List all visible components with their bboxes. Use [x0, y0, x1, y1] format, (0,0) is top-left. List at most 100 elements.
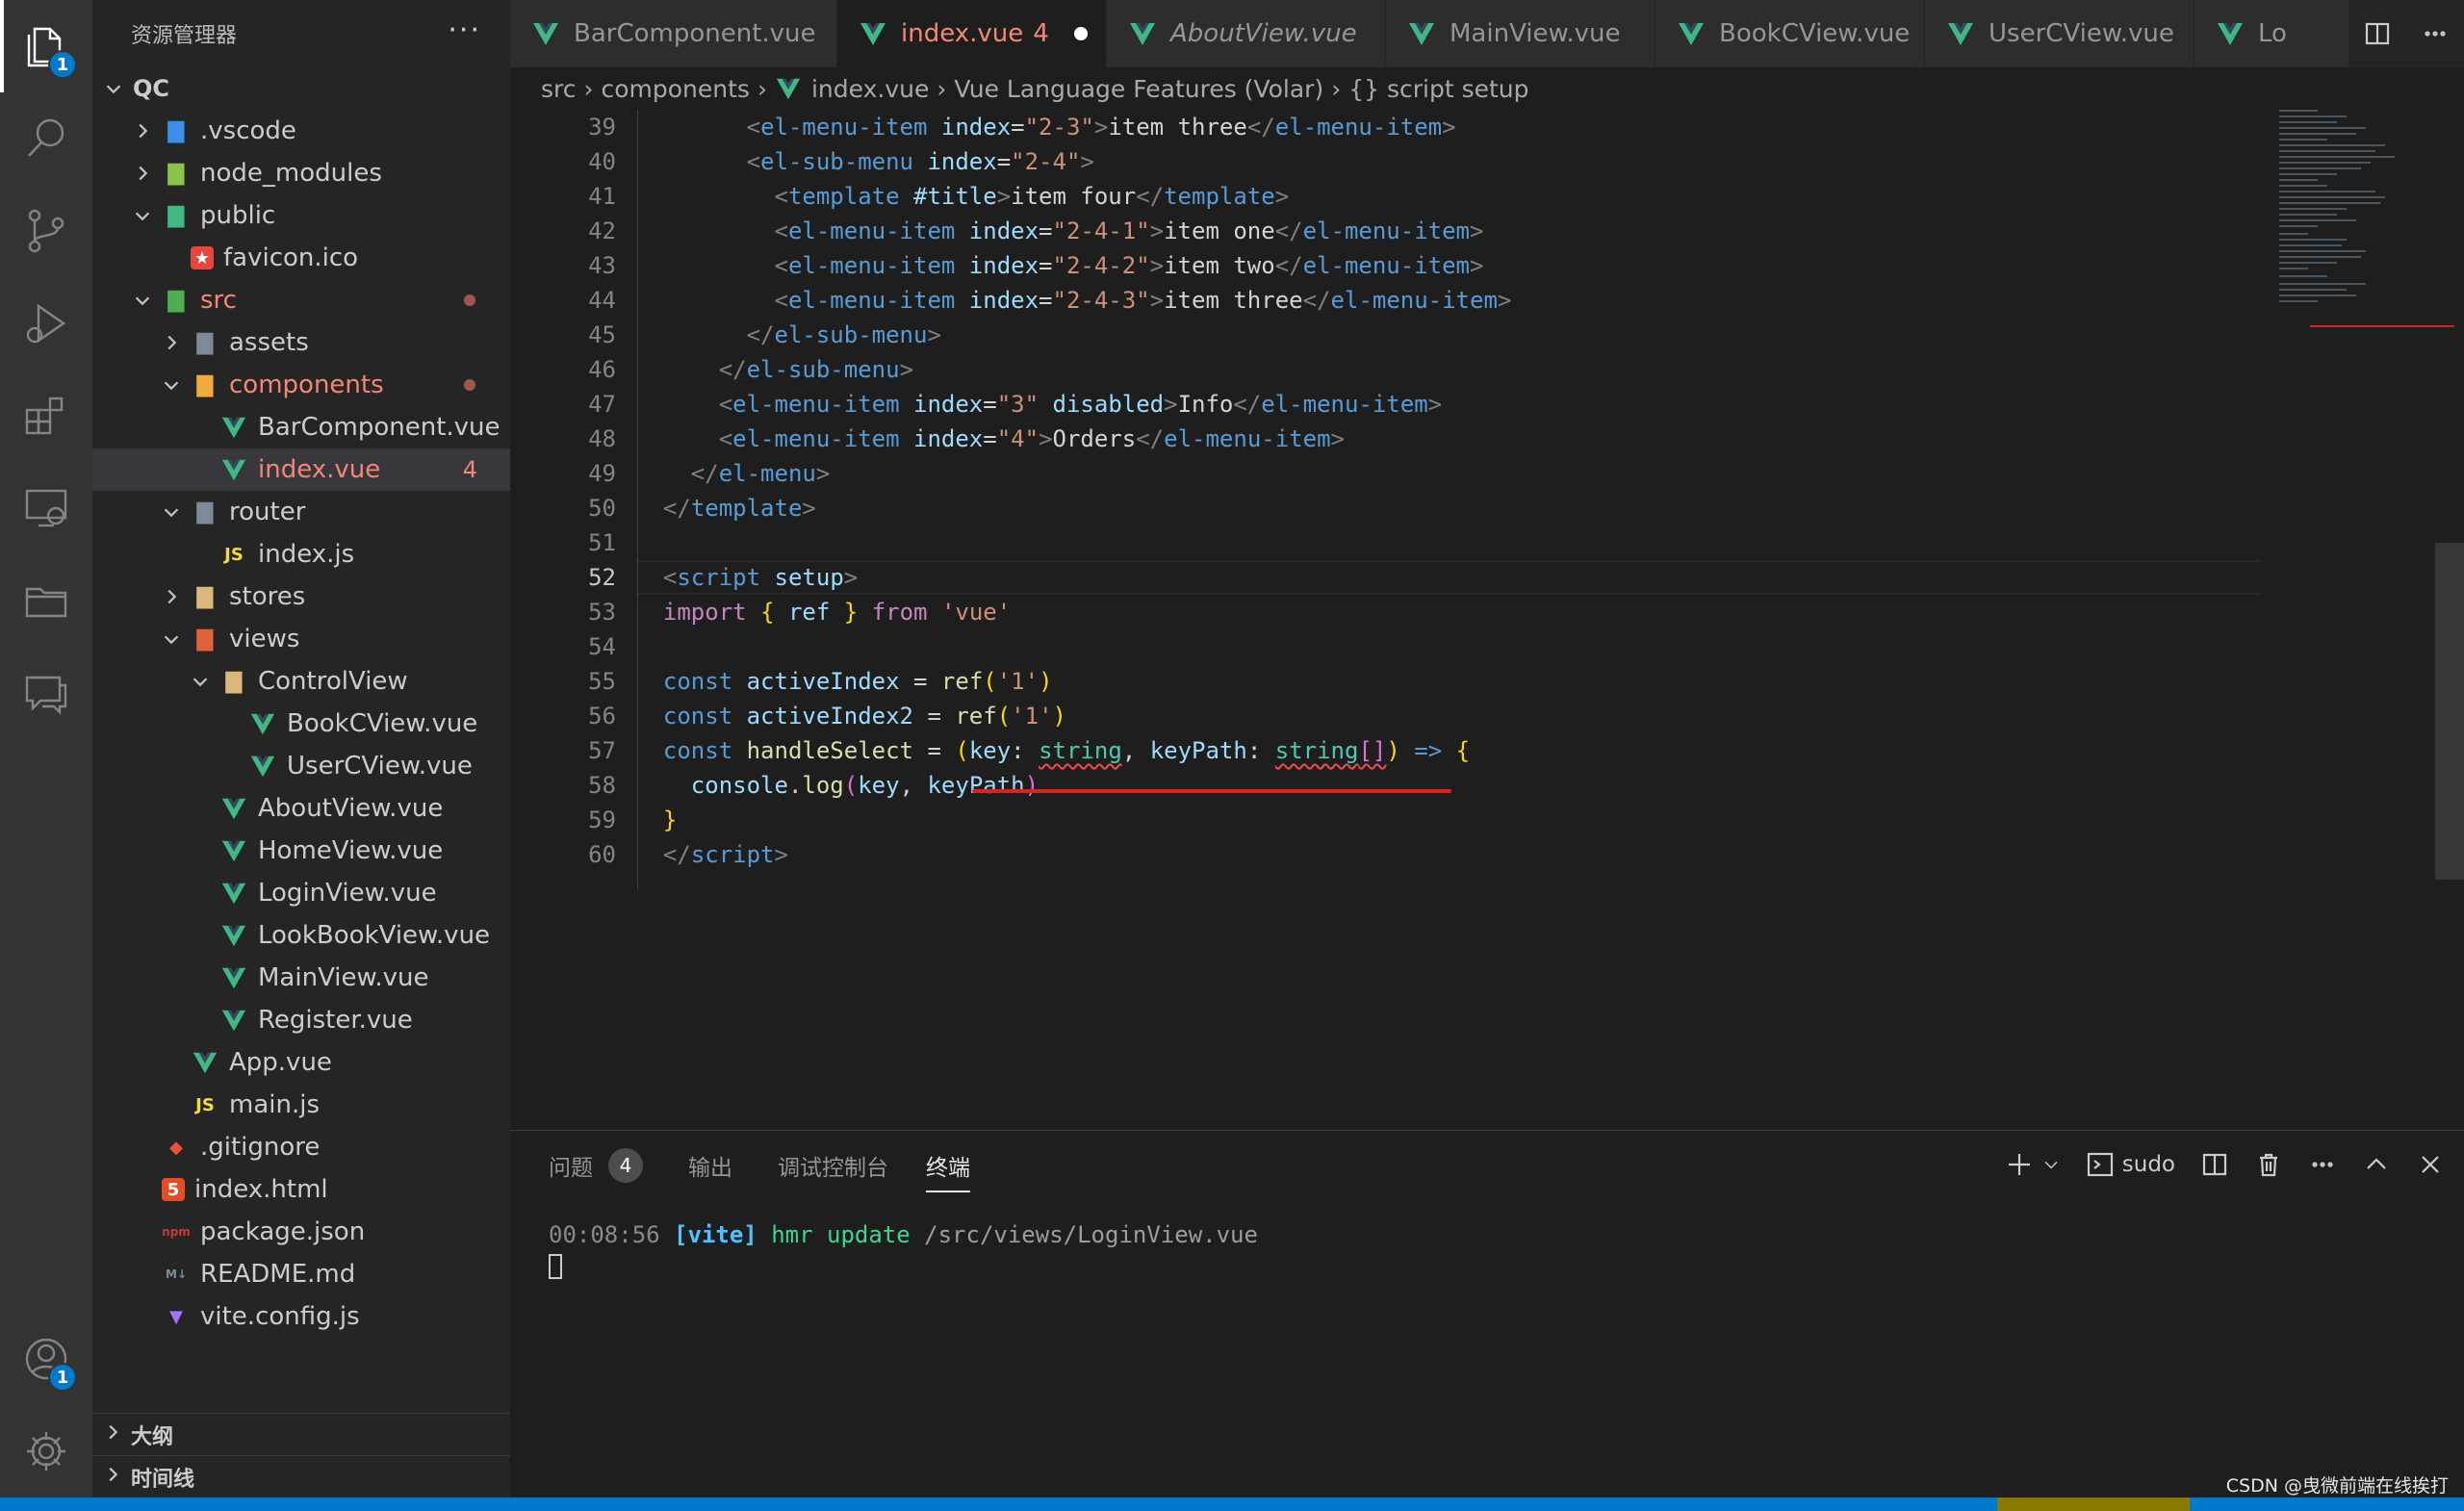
- code-lines[interactable]: <el-menu-item index="2-3">item three</el…: [635, 110, 2464, 872]
- breadcrumb-components[interactable]: components: [602, 75, 750, 103]
- editor-tab[interactable]: AboutView.vue: [1107, 0, 1386, 67]
- code-line[interactable]: <el-menu-item index="2-4-1">item one</el…: [635, 214, 2464, 248]
- code-token: template: [1164, 183, 1275, 210]
- tree-item[interactable]: BarComponent.vue: [92, 406, 510, 448]
- code-line[interactable]: </script>: [635, 837, 2464, 872]
- code-line[interactable]: <el-menu-item index="3" disabled>Info</e…: [635, 387, 2464, 422]
- tree-item[interactable]: ★ favicon.ico: [92, 237, 510, 279]
- breadcrumb-language[interactable]: Vue Language Features (Volar): [954, 75, 1323, 103]
- tree-item[interactable]: ▇ views: [92, 618, 510, 660]
- more-actions-icon[interactable]: ···: [448, 13, 481, 47]
- code-line[interactable]: </el-sub-menu>: [635, 352, 2464, 387]
- tree-item[interactable]: BookCView.vue: [92, 703, 510, 745]
- tree-item[interactable]: Register.vue: [92, 999, 510, 1041]
- code-editor[interactable]: 39 40 41 42 43 44 45 46 47 48 49 50 51 52 53 54 55 56 57 58…: [510, 110, 2464, 1130]
- code-line[interactable]: const activeIndex2 = ref('1'): [635, 699, 2464, 733]
- tree-item[interactable]: App.vue: [92, 1041, 510, 1084]
- tree-item[interactable]: M↓ README.md: [92, 1253, 510, 1295]
- code-line[interactable]: </template>: [635, 491, 2464, 525]
- tree-item[interactable]: MainView.vue: [92, 957, 510, 999]
- terminal-selector[interactable]: sudo: [2086, 1150, 2175, 1179]
- tree-item[interactable]: npm package.json: [92, 1211, 510, 1253]
- code-line[interactable]: <el-sub-menu index="2-4">: [635, 144, 2464, 179]
- tree-item[interactable]: ▇ .vscode: [92, 110, 510, 152]
- explorer-activity-button[interactable]: 1: [0, 0, 92, 92]
- minimap[interactable]: [2272, 110, 2464, 398]
- code-line[interactable]: <template #title>item four</template>: [635, 179, 2464, 214]
- code-line[interactable]: </el-sub-menu>: [635, 318, 2464, 352]
- code-line[interactable]: const activeIndex = ref('1'): [635, 664, 2464, 699]
- source-control-activity-button[interactable]: [0, 185, 92, 277]
- timeline-section[interactable]: 时间线: [92, 1455, 510, 1498]
- code-line[interactable]: [635, 629, 2464, 664]
- code-line[interactable]: </el-menu>: [635, 456, 2464, 491]
- editor-tab[interactable]: UserCView.vue: [1925, 0, 2194, 67]
- panel-tab[interactable]: 调试控制台: [778, 1148, 888, 1183]
- chevron-up-icon[interactable]: [2362, 1150, 2391, 1179]
- accounts-activity-button[interactable]: 1: [0, 1313, 92, 1405]
- code-line[interactable]: <el-menu-item index="2-4-2">item two</el…: [635, 248, 2464, 283]
- tree-item[interactable]: ▇ node_modules: [92, 152, 510, 194]
- problem-dot: [464, 295, 475, 306]
- unsaved-dot-icon[interactable]: [1073, 27, 1088, 40]
- code-line[interactable]: <script setup>: [635, 560, 2464, 595]
- split-terminal-icon[interactable]: [2200, 1150, 2229, 1179]
- search-activity-button[interactable]: [0, 92, 92, 185]
- breadcrumb-src[interactable]: src: [541, 75, 577, 103]
- tree-item[interactable]: ▇ stores: [92, 576, 510, 618]
- tree-item[interactable]: ▼ vite.config.js: [92, 1295, 510, 1338]
- editor-tab[interactable]: MainView.vue: [1386, 0, 1656, 67]
- split-editor-icon[interactable]: [2363, 19, 2392, 48]
- code-line[interactable]: console.log(key, keyPath): [635, 768, 2464, 803]
- tree-item[interactable]: ▇ public: [92, 194, 510, 237]
- extensions-activity-button[interactable]: [0, 370, 92, 462]
- add-terminal-icon[interactable]: [2005, 1150, 2034, 1179]
- tree-item[interactable]: ▇ router: [92, 491, 510, 533]
- tree-item[interactable]: ▇ ControlView: [92, 660, 510, 703]
- tree-item[interactable]: AboutView.vue: [92, 787, 510, 830]
- run-debug-activity-button[interactable]: [0, 277, 92, 370]
- tree-item[interactable]: LoginView.vue: [92, 872, 510, 914]
- more-actions-icon[interactable]: [2421, 19, 2450, 48]
- chevron-down-icon[interactable]: [2041, 1150, 2061, 1179]
- tree-item[interactable]: ◆ .gitignore: [92, 1126, 510, 1168]
- code-line[interactable]: <el-menu-item index="2-4-3">item three</…: [635, 283, 2464, 318]
- code-line[interactable]: [635, 525, 2464, 560]
- breadcrumb-file[interactable]: index.vue: [811, 75, 929, 103]
- folders-activity-button[interactable]: [0, 554, 92, 647]
- tree-item[interactable]: ▇ assets: [92, 321, 510, 364]
- more-actions-icon[interactable]: [2308, 1150, 2337, 1179]
- remote-explorer-activity-button[interactable]: [0, 462, 92, 554]
- manage-activity-button[interactable]: [0, 1405, 92, 1498]
- tree-item[interactable]: JS main.js: [92, 1084, 510, 1126]
- tree-item[interactable]: index.vue 4: [92, 448, 510, 491]
- close-icon[interactable]: [2416, 1150, 2445, 1179]
- code-line[interactable]: }: [635, 803, 2464, 837]
- code-line[interactable]: <el-menu-item index="2-3">item three</el…: [635, 110, 2464, 144]
- panel-tab[interactable]: 问题 4: [549, 1148, 643, 1183]
- code-line[interactable]: <el-menu-item index="4">Orders</el-menu-…: [635, 422, 2464, 456]
- workspace-root[interactable]: QC: [92, 67, 510, 110]
- tree-item[interactable]: LookBookView.vue: [92, 914, 510, 957]
- code-line[interactable]: const handleSelect = (key: string, keyPa…: [635, 733, 2464, 768]
- tree-item[interactable]: UserCView.vue: [92, 745, 510, 787]
- outline-section[interactable]: 大纲: [92, 1413, 510, 1455]
- code-line[interactable]: import { ref } from 'vue': [635, 595, 2464, 629]
- breadcrumb-symbol[interactable]: {} script setup: [1348, 75, 1528, 103]
- editor-scrollbar[interactable]: [2435, 543, 2464, 880]
- trash-icon[interactable]: [2254, 1150, 2283, 1179]
- tree-item[interactable]: JS index.js: [92, 533, 510, 576]
- editor-tab[interactable]: index.vue 4: [837, 0, 1107, 67]
- tree-item[interactable]: 5 index.html: [92, 1168, 510, 1211]
- code-token: ref: [787, 599, 831, 626]
- comments-activity-button[interactable]: [0, 647, 92, 739]
- tree-item[interactable]: ▇ src: [92, 279, 510, 321]
- tree-item[interactable]: ▇ components: [92, 364, 510, 406]
- terminal-output[interactable]: 00:08:56 [vite] hmr update /src/views/Lo…: [549, 1219, 2377, 1281]
- tree-item[interactable]: HomeView.vue: [92, 830, 510, 872]
- status-bar-warning-segment[interactable]: [1997, 1498, 2190, 1511]
- panel-tab[interactable]: 终端: [926, 1148, 970, 1192]
- editor-tab[interactable]: BarComponent.vue: [510, 0, 837, 67]
- panel-tab[interactable]: 输出: [688, 1148, 732, 1183]
- editor-tab[interactable]: BookCView.vue: [1656, 0, 1925, 67]
